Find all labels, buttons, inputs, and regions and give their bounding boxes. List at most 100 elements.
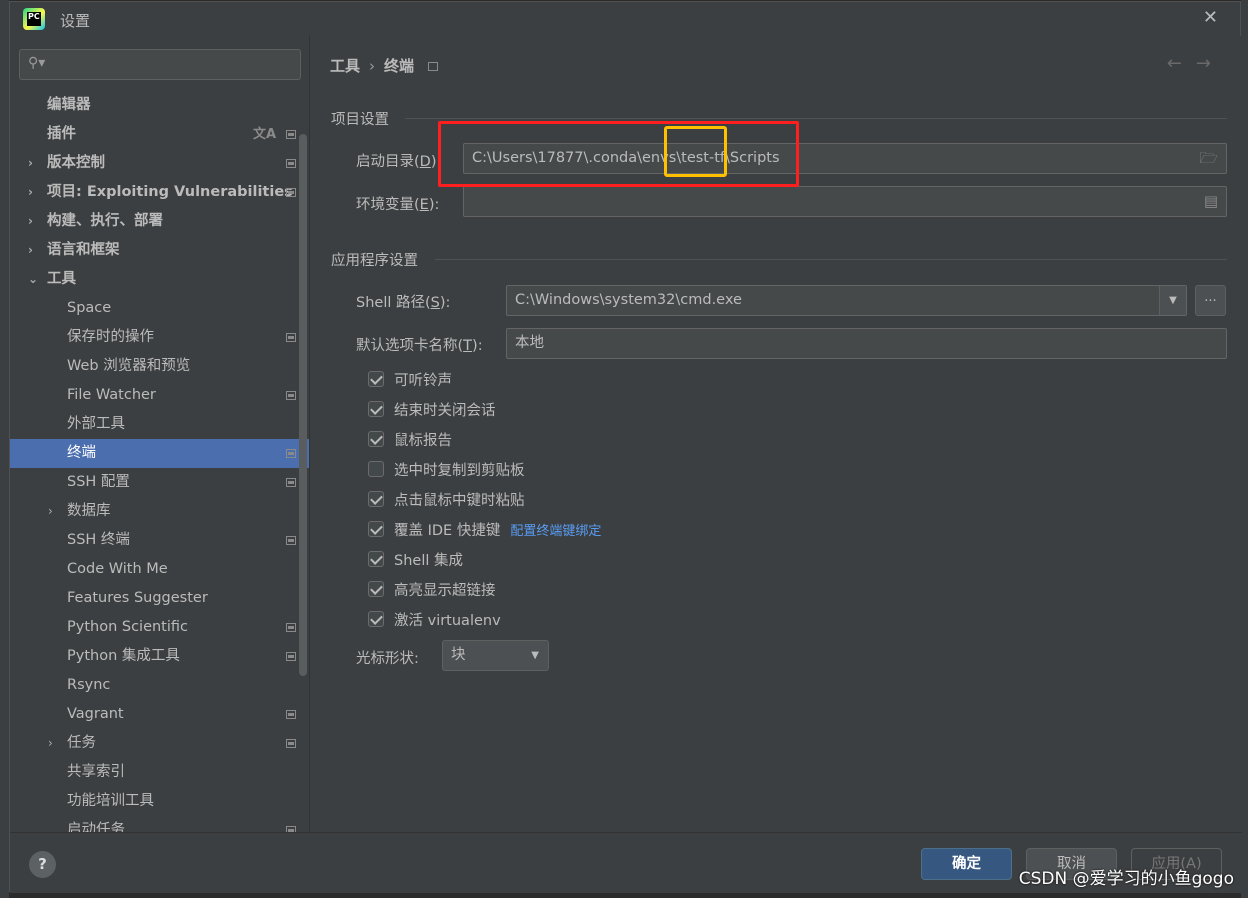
chevron-right-icon[interactable]: › (28, 149, 33, 178)
sidebar-item[interactable]: Vagrant (10, 700, 309, 729)
shell-path-combo[interactable]: C:\Windows\system32\cmd.exe ▼ (506, 285, 1187, 316)
sidebar-item[interactable]: Code With Me (10, 555, 309, 584)
browse-button[interactable]: ... (1195, 285, 1226, 316)
checkbox-row[interactable]: 激活 virtualenv (368, 608, 501, 630)
dialog-title: 设置 (60, 12, 91, 30)
checkbox[interactable] (368, 581, 384, 597)
checkbox-row[interactable]: 选中时复制到剪贴板 (368, 458, 525, 480)
chevron-down-icon[interactable]: ⌄ (28, 265, 38, 294)
start-dir-label: 启动目录(D): (356, 154, 442, 170)
sidebar-item[interactable]: 终端 (10, 439, 309, 468)
sidebar-scrollbar[interactable] (299, 134, 307, 676)
project-scope-icon (286, 391, 296, 400)
document-icon[interactable]: ▤ (1204, 187, 1218, 216)
chevron-right-icon[interactable]: › (28, 178, 33, 207)
sidebar-item[interactable]: Python 集成工具 (10, 642, 309, 671)
sidebar-item-label: 数据库 (67, 503, 111, 519)
sidebar-item[interactable]: 插件 文A (10, 120, 309, 149)
checkbox[interactable] (368, 551, 384, 567)
chevron-right-icon[interactable]: › (48, 497, 53, 526)
settings-tree: 编辑器 插件 文A › 版本控制 › 项目: Exploiting Vulnerabilit… (10, 91, 309, 832)
breadcrumb: 工具 › 终端 (330, 55, 439, 76)
sidebar-item-label: SSH 终端 (67, 532, 130, 548)
sidebar-item-label: Vagrant (67, 706, 124, 722)
title-bar: PC 设置 ✕ (10, 2, 1240, 36)
checkbox-label: 结束时关闭会话 (394, 402, 496, 419)
sidebar-item[interactable]: 共享索引 (10, 758, 309, 787)
checkbox[interactable] (368, 401, 384, 417)
checkbox-row[interactable]: 点击鼠标中键时粘贴 (368, 488, 525, 510)
chevron-down-icon[interactable]: ▼ (1159, 286, 1186, 315)
sidebar-item-label: Python Scientific (67, 619, 189, 635)
sidebar-item[interactable]: 编辑器 (10, 91, 309, 120)
sidebar-item[interactable]: Web 浏览器和预览 (10, 352, 309, 381)
sidebar-item[interactable]: File Watcher (10, 381, 309, 410)
sidebar-item[interactable]: SSH 配置 (10, 468, 309, 497)
env-vars-input[interactable]: ▤ (463, 186, 1227, 217)
sidebar-item-label: Rsync (67, 677, 111, 693)
sidebar-item[interactable]: Space (10, 294, 309, 323)
sidebar-item-label: 语言和框架 (47, 242, 120, 258)
sidebar-item-label: 编辑器 (47, 97, 91, 113)
checkbox[interactable] (368, 461, 384, 477)
sidebar-item-label: 插件 (47, 126, 76, 142)
sidebar-item[interactable]: Python Scientific (10, 613, 309, 642)
sidebar-item-label: Space (67, 300, 112, 316)
settings-sidebar: ⚲▾ 编辑器 插件 文A › 版本控制 › 项目: Exploiting Vulnerabi… (10, 36, 310, 832)
sidebar-item[interactable]: 启动任务 (10, 816, 309, 832)
checkbox-row[interactable]: 覆盖 IDE 快捷键 配置终端键绑定 (368, 518, 601, 540)
project-scope-icon (286, 478, 296, 487)
breadcrumb-parent[interactable]: 工具 (330, 57, 360, 75)
checkbox[interactable] (368, 371, 384, 387)
sidebar-item[interactable]: › 任务 (10, 729, 309, 758)
breadcrumb-current: 终端 (384, 57, 415, 75)
sidebar-item[interactable]: › 数据库 (10, 497, 309, 526)
sidebar-item[interactable]: › 语言和框架 (10, 236, 309, 265)
section-app-settings: 应用程序设置 (331, 253, 418, 269)
checkbox-row[interactable]: 高亮显示超链接 (368, 578, 496, 600)
sidebar-item[interactable]: › 项目: Exploiting Vulnerabilities (10, 178, 309, 207)
history-nav: ←→ (1167, 53, 1225, 74)
sidebar-item[interactable]: Features Suggester (10, 584, 309, 613)
cursor-shape-select[interactable]: 块 ▼ (442, 640, 549, 671)
checkbox[interactable] (368, 521, 384, 537)
checkbox-label: 点击鼠标中键时粘贴 (394, 492, 525, 509)
checkbox-row[interactable]: 可听铃声 (368, 368, 452, 390)
ok-button[interactable]: 确定 (921, 848, 1012, 880)
checkbox-row[interactable]: Shell 集成 (368, 548, 463, 570)
project-scope-icon (286, 449, 296, 458)
project-scope-icon (286, 536, 296, 545)
sidebar-item[interactable]: › 版本控制 (10, 149, 309, 178)
checkbox-label: 鼠标报告 (394, 432, 452, 449)
folder-icon[interactable]: 🗁 (1199, 144, 1218, 173)
forward-arrow-icon[interactable]: → (1196, 53, 1225, 74)
sidebar-item-label: 启动任务 (67, 822, 125, 832)
annotation-red-box (438, 121, 799, 187)
tab-name-input[interactable]: 本地 (506, 328, 1227, 359)
sidebar-item[interactable]: › 构建、执行、部署 (10, 207, 309, 236)
configure-keybindings-link[interactable]: 配置终端键绑定 (510, 520, 601, 539)
settings-search-input[interactable]: ⚲▾ (19, 49, 301, 80)
chevron-right-icon[interactable]: › (28, 207, 33, 236)
sidebar-item[interactable]: 保存时的操作 (10, 323, 309, 352)
sidebar-item-label: 项目: Exploiting Vulnerabilities (47, 184, 293, 200)
checkbox[interactable] (368, 611, 384, 627)
sidebar-item-label: SSH 配置 (67, 474, 130, 490)
sidebar-item[interactable]: SSH 终端 (10, 526, 309, 555)
checkbox[interactable] (368, 431, 384, 447)
back-arrow-icon[interactable]: ← (1167, 53, 1196, 74)
breadcrumb-separator: › (369, 57, 376, 75)
sidebar-item[interactable]: ⌄ 工具 (10, 265, 309, 294)
chevron-right-icon[interactable]: › (28, 236, 33, 265)
help-icon[interactable]: ? (29, 851, 56, 878)
close-icon[interactable]: ✕ (1203, 7, 1218, 28)
checkbox[interactable] (368, 491, 384, 507)
checkbox-row[interactable]: 结束时关闭会话 (368, 398, 496, 420)
chevron-down-icon: ▼ (531, 650, 539, 661)
checkbox-row[interactable]: 鼠标报告 (368, 428, 452, 450)
chevron-right-icon[interactable]: › (48, 729, 53, 758)
watermark: CSDN @爱学习的小鱼gogo (1018, 869, 1234, 889)
sidebar-item[interactable]: 功能培训工具 (10, 787, 309, 816)
sidebar-item[interactable]: 外部工具 (10, 410, 309, 439)
sidebar-item[interactable]: Rsync (10, 671, 309, 700)
